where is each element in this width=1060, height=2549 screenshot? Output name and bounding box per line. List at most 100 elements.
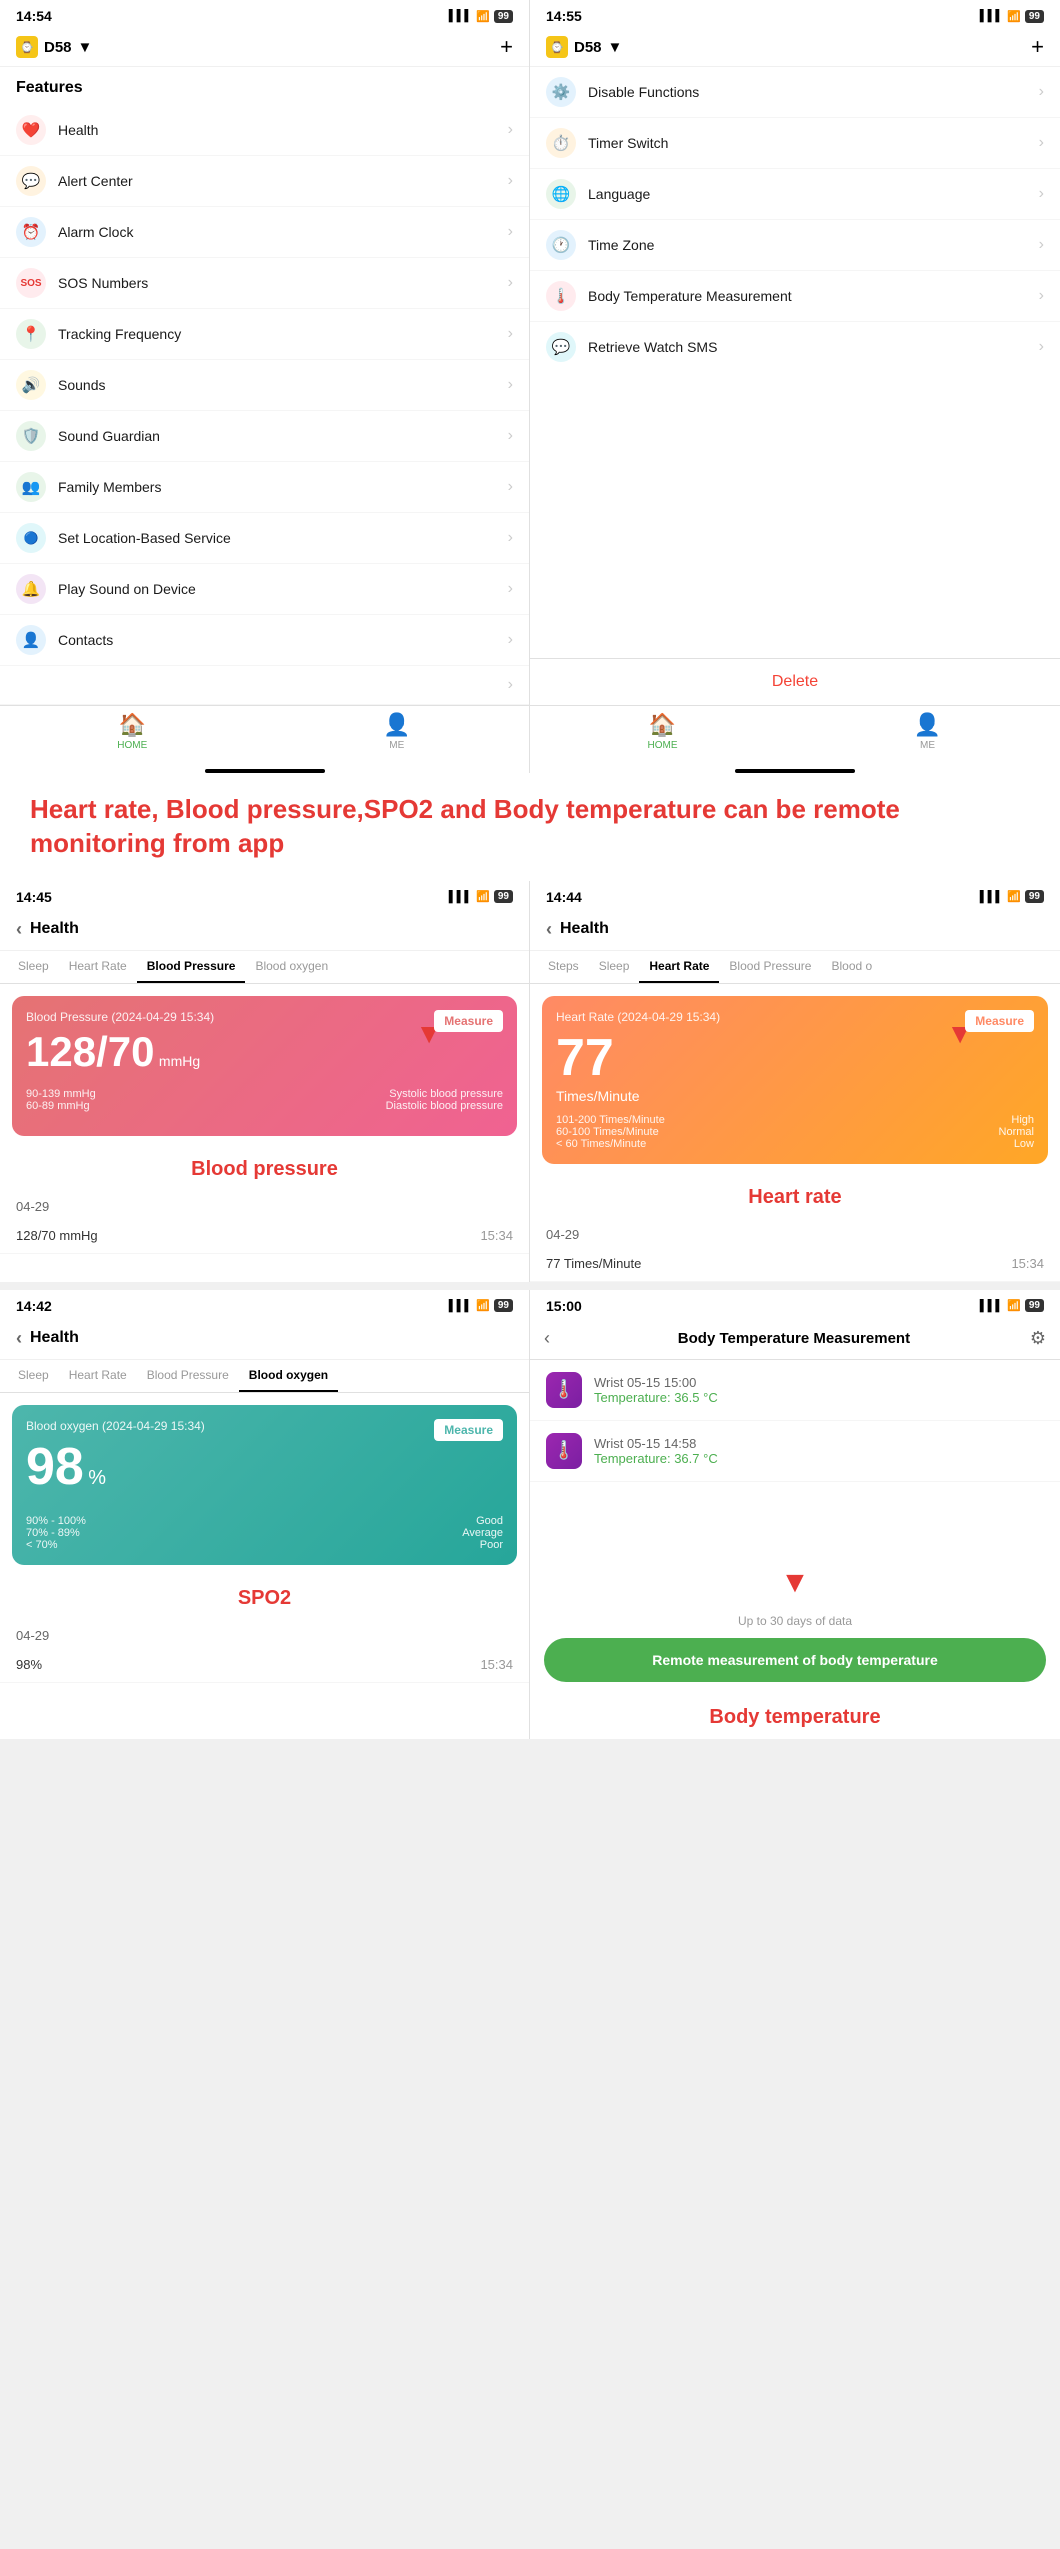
battery-2: 99	[1025, 10, 1044, 23]
menu-label-sounds: Sounds	[58, 377, 508, 393]
tab-hr[interactable]: Heart Rate	[639, 951, 719, 983]
nav-me-1[interactable]: 👤 ME	[265, 712, 530, 751]
menu-item-tracking[interactable]: 📍 Tracking Frequency ›	[0, 309, 529, 360]
back-arrow-bp[interactable]: ‹	[16, 919, 22, 940]
menu-item-contacts[interactable]: 👤 Contacts ›	[0, 615, 529, 666]
tab-sleep-bp[interactable]: Sleep	[8, 951, 59, 983]
bt-header: ‹ Body Temperature Measurement ⚙	[530, 1318, 1060, 1360]
measure-btn-bp[interactable]: Measure	[434, 1010, 503, 1032]
nav-home-2[interactable]: 🏠 HOME	[530, 712, 795, 751]
time-2: 14:55	[546, 8, 582, 24]
chevron-icon: ›	[508, 529, 513, 547]
signal-icon-bp: ▌▌▌	[449, 891, 472, 903]
time-bp: 14:45	[16, 889, 52, 905]
record-spo2: 98% 15:34	[0, 1647, 529, 1683]
menu-item-body-temp[interactable]: 🌡️ Body Temperature Measurement ›	[530, 271, 1060, 322]
menu-item-play-sound[interactable]: 🔔 Play Sound on Device ›	[0, 564, 529, 615]
separator	[0, 1282, 1060, 1290]
temp-value-1: Temperature: 36.5 °C	[594, 1390, 1044, 1405]
battery-hr: 99	[1025, 890, 1044, 903]
chevron-icon: ›	[508, 427, 513, 445]
signal-icon-2: ▌▌▌	[980, 10, 1003, 22]
days-note-bt: Up to 30 days of data	[530, 1604, 1060, 1638]
delete-button[interactable]: Delete	[530, 658, 1060, 705]
add-icon-2[interactable]: +	[1031, 34, 1044, 60]
tab-sleep-spo2[interactable]: Sleep	[8, 1360, 59, 1392]
tab-steps-hr[interactable]: Steps	[538, 951, 589, 983]
back-arrow-spo2[interactable]: ‹	[16, 1328, 22, 1349]
menu-label-language: Language	[588, 186, 1039, 202]
menu-item-alarm[interactable]: ⏰ Alarm Clock ›	[0, 207, 529, 258]
temp-value-2: Temperature: 36.7 °C	[594, 1451, 1044, 1466]
menu-item-more[interactable]: ›	[0, 666, 529, 705]
sos-icon: SOS	[16, 268, 46, 298]
menu-item-language[interactable]: 🌐 Language ›	[530, 169, 1060, 220]
record-time-spo2: 15:34	[480, 1657, 513, 1672]
remote-measure-button[interactable]: Remote measurement of body temperature	[544, 1638, 1046, 1682]
me-label-1: ME	[389, 740, 404, 751]
bt-title: Body Temperature Measurement	[566, 1330, 1022, 1347]
tab-bp-spo2[interactable]: Blood Pressure	[137, 1360, 239, 1392]
menu-item-sound-guardian[interactable]: 🛡️ Sound Guardian ›	[0, 411, 529, 462]
menu-label-play-sound: Play Sound on Device	[58, 581, 508, 597]
health-phone-spo2: 14:42 ▌▌▌ 📶 99 ‹ Health Sleep Heart Rate…	[0, 1290, 530, 1739]
back-arrow-bt[interactable]: ‹	[544, 1328, 550, 1349]
chevron-icon: ›	[508, 325, 513, 343]
menu-item-timer[interactable]: ⏱️ Timer Switch ›	[530, 118, 1060, 169]
date-spo2: 04-29	[0, 1620, 529, 1647]
tab-spo2-bp[interactable]: Blood oxygen	[245, 951, 338, 983]
add-icon-1[interactable]: +	[500, 34, 513, 60]
nav-me-2[interactable]: 👤 ME	[795, 712, 1060, 751]
tab-hr-spo2[interactable]: Heart Rate	[59, 1360, 137, 1392]
menu-label-body-temp: Body Temperature Measurement	[588, 288, 1039, 304]
status-icons-2: ▌▌▌ 📶 99	[980, 10, 1044, 23]
tab-sleep-hr[interactable]: Sleep	[589, 951, 640, 983]
temp-record-1: 🌡️ Wrist 05-15 15:00 Temperature: 36.5 °…	[530, 1360, 1060, 1421]
promo-text: Heart rate, Blood pressure,SPO2 and Body…	[30, 793, 1030, 861]
menu-item-retrieve-sms[interactable]: 💬 Retrieve Watch SMS ›	[530, 322, 1060, 363]
health-title-spo2: Health	[30, 1329, 79, 1347]
label-1-hr: High	[1011, 1114, 1034, 1126]
measure-btn-hr[interactable]: Measure	[965, 1010, 1034, 1032]
time-hr: 14:44	[546, 889, 582, 905]
home-icon-2: 🏠	[649, 712, 676, 738]
tab-hr-bp[interactable]: Heart Rate	[59, 951, 137, 983]
menu-item-health[interactable]: ❤️ Health ›	[0, 105, 529, 156]
menu-list-1: ❤️ Health › 💬 Alert Center › ⏰ Alarm Clo…	[0, 105, 529, 705]
sounds-icon: 🔊	[16, 370, 46, 400]
nav-home-1[interactable]: 🏠 HOME	[0, 712, 265, 751]
record-hr: 77 Times/Minute 15:34	[530, 1246, 1060, 1282]
back-arrow-hr[interactable]: ‹	[546, 919, 552, 940]
menu-item-sos[interactable]: SOS SOS Numbers ›	[0, 258, 529, 309]
nav-indicator-1	[205, 769, 325, 773]
alarm-icon: ⏰	[16, 217, 46, 247]
menu-label-alarm: Alarm Clock	[58, 224, 508, 240]
menu-item-family[interactable]: 👥 Family Members ›	[0, 462, 529, 513]
menu-label-timer: Timer Switch	[588, 135, 1039, 151]
range-1-hr: 101-200 Times/Minute	[556, 1114, 665, 1126]
menu-item-sounds[interactable]: 🔊 Sounds ›	[0, 360, 529, 411]
me-label-2: ME	[920, 740, 935, 751]
health-row-2: 14:42 ▌▌▌ 📶 99 ‹ Health Sleep Heart Rate…	[0, 1290, 1060, 1739]
health-card-spo2: Blood oxygen (2024-04-29 15:34) 98 % Mea…	[12, 1405, 517, 1565]
me-icon-1: 👤	[383, 712, 410, 738]
settings-icon-bt[interactable]: ⚙	[1030, 1328, 1046, 1349]
page-wrapper: 14:54 ▌▌▌ 📶 99 ⌚ D58 ▼ + Features	[0, 0, 1060, 1739]
health-card-hr: Heart Rate (2024-04-29 15:34) 77 ▼ Times…	[542, 996, 1048, 1164]
tab-spo2[interactable]: Blood oxygen	[239, 1360, 338, 1392]
menu-item-location-service[interactable]: 🔵 Set Location-Based Service ›	[0, 513, 529, 564]
menu-label-location-service: Set Location-Based Service	[58, 530, 508, 546]
device-header-1: ⌚ D58 ▼ +	[0, 28, 529, 67]
menu-item-disable[interactable]: ⚙️ Disable Functions ›	[530, 67, 1060, 118]
tab-spo2-hr[interactable]: Blood o	[821, 951, 882, 983]
menu-label-tracking: Tracking Frequency	[58, 326, 508, 342]
tab-bp[interactable]: Blood Pressure	[137, 951, 246, 983]
signal-icon-spo2: ▌▌▌	[449, 1300, 472, 1312]
menu-label-retrieve-sms: Retrieve Watch SMS	[588, 339, 1039, 355]
tab-bp-hr[interactable]: Blood Pressure	[719, 951, 821, 983]
sound-guardian-icon: 🛡️	[16, 421, 46, 451]
health-title-hr: Health	[560, 920, 609, 938]
menu-item-timezone[interactable]: 🕐 Time Zone ›	[530, 220, 1060, 271]
menu-item-alert[interactable]: 💬 Alert Center ›	[0, 156, 529, 207]
measure-btn-spo2[interactable]: Measure	[434, 1419, 503, 1441]
